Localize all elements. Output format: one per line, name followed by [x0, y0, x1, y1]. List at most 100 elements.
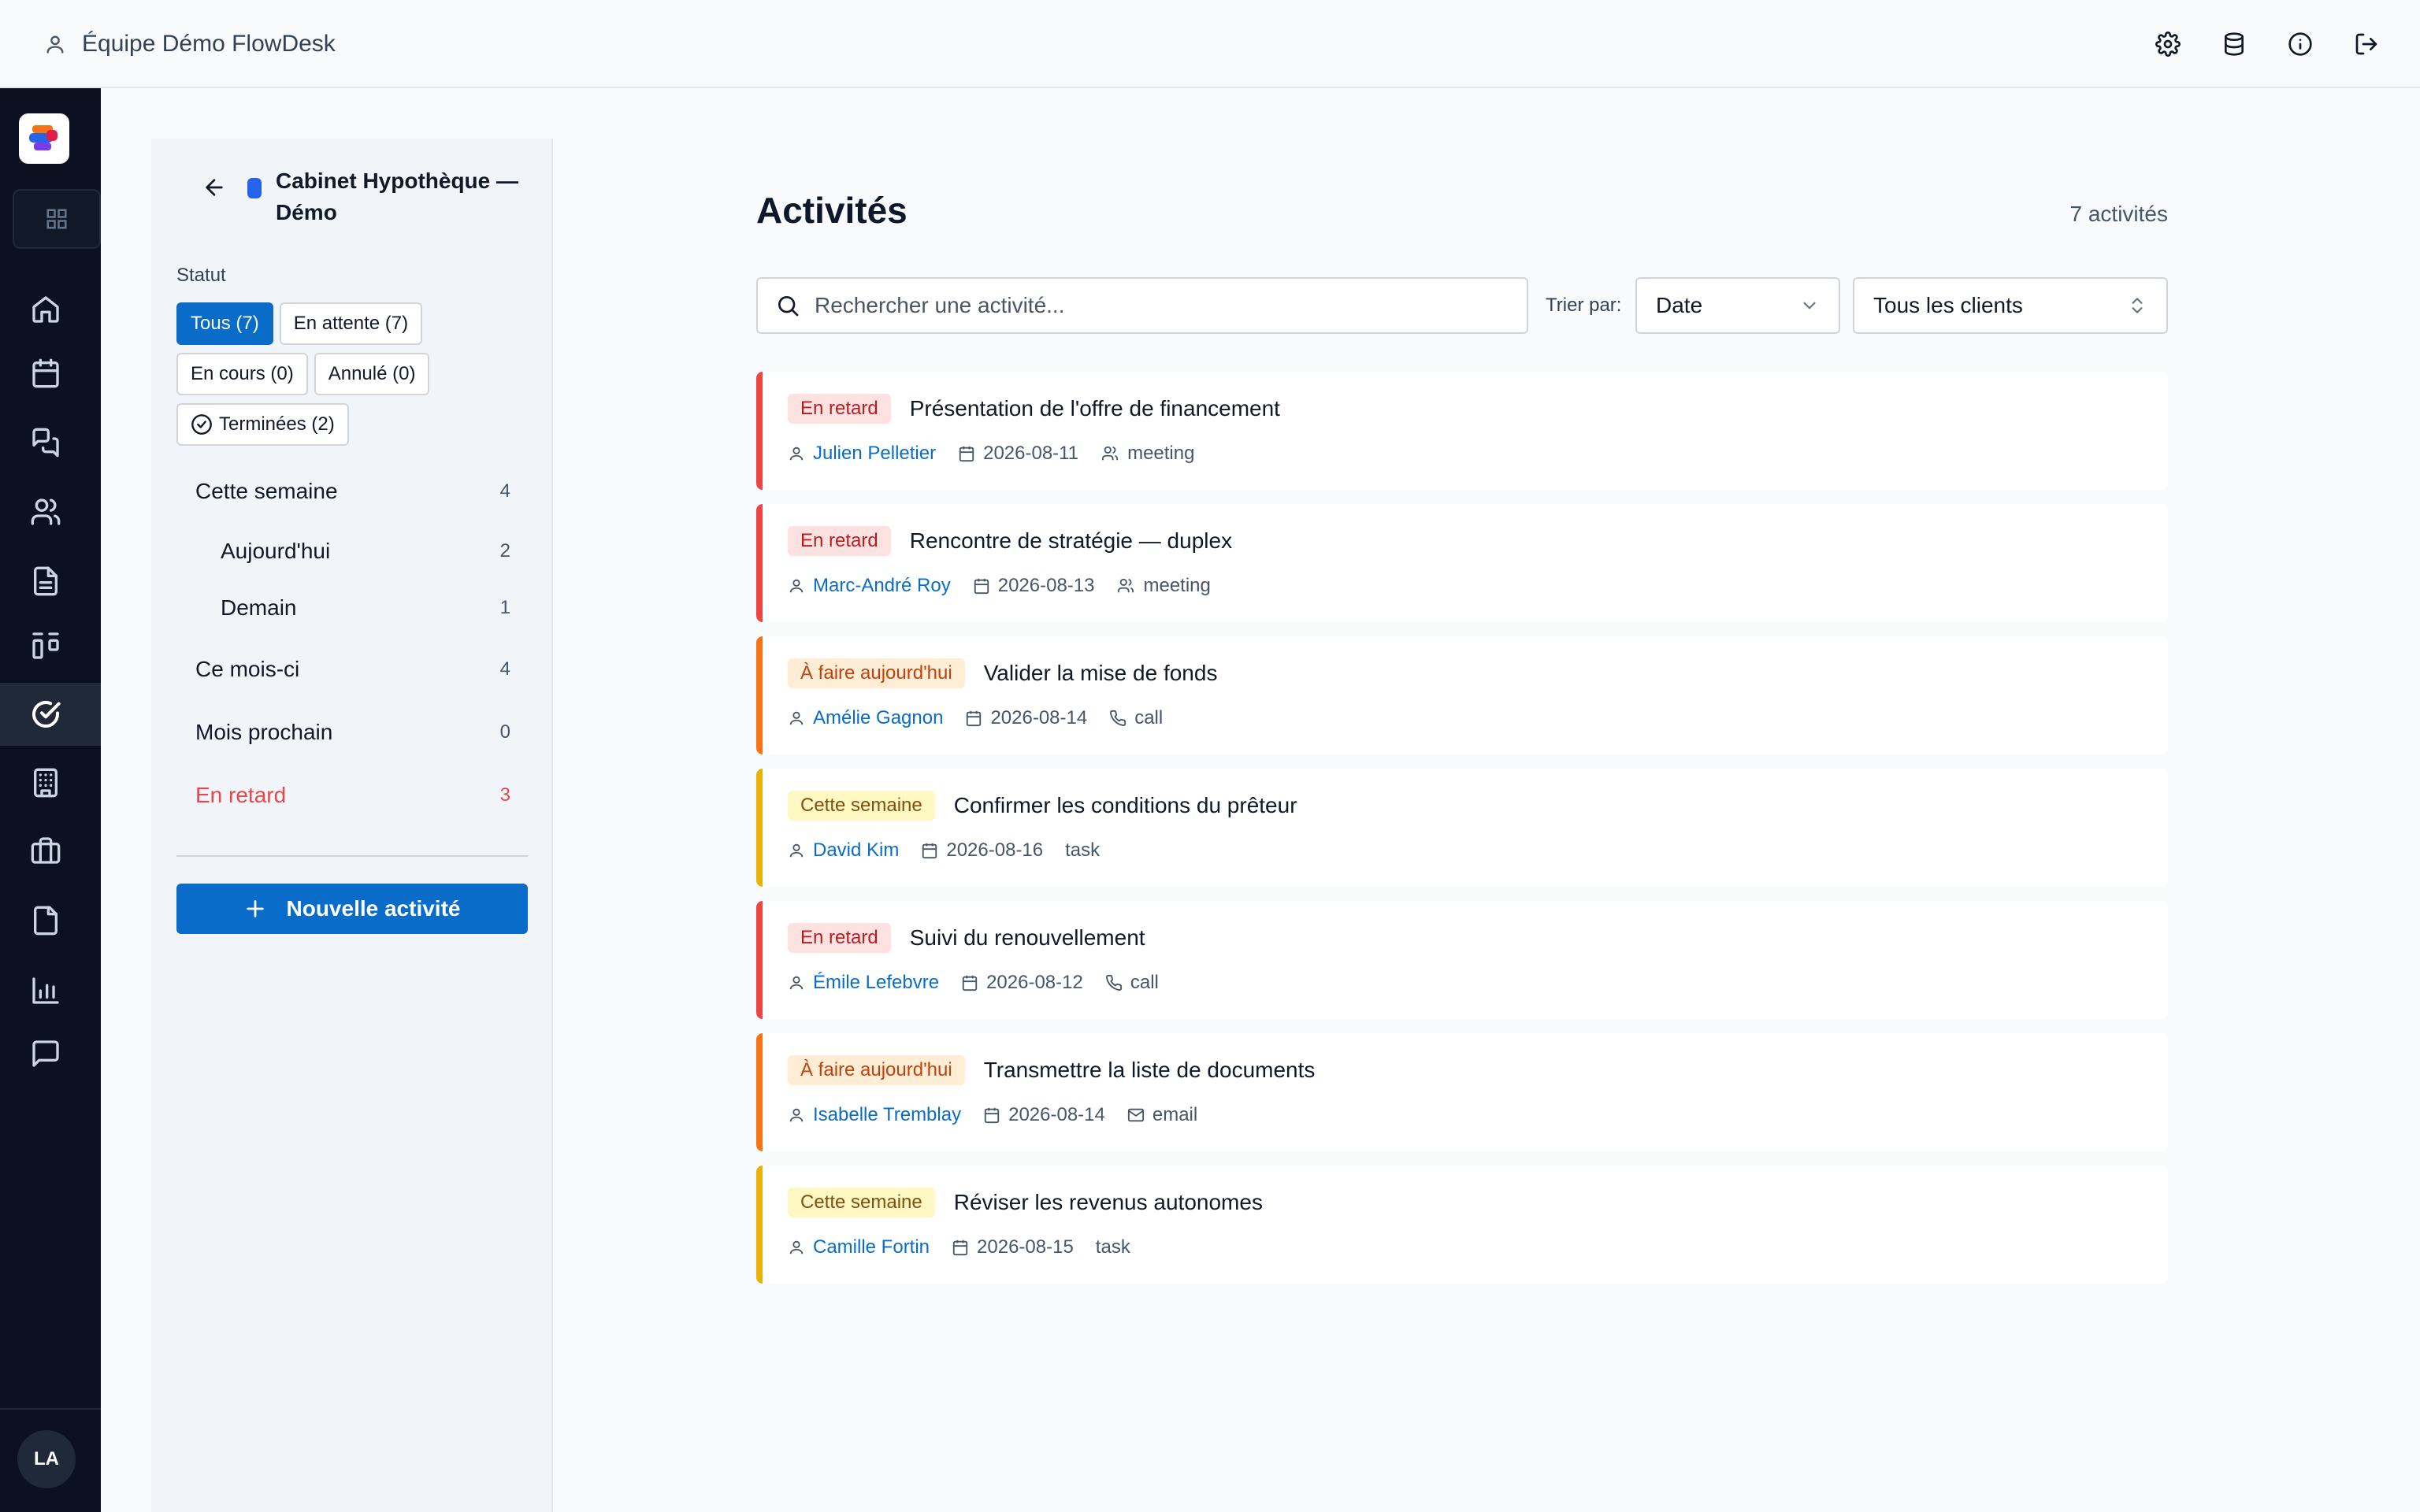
building-icon[interactable] [0, 751, 101, 814]
activity-card[interactable]: En retard Rencontre de stratégie — duple… [756, 504, 2168, 622]
users-icon [1116, 577, 1135, 595]
status-badge: Cette semaine [788, 791, 935, 821]
group-this-month[interactable]: Ce mois-ci 4 [176, 650, 529, 688]
status-badge: Cette semaine [788, 1188, 935, 1217]
avatar[interactable]: LA [17, 1430, 76, 1488]
status-badge: En retard [788, 923, 891, 953]
activities-check-icon[interactable] [0, 683, 101, 746]
activity-title: Rencontre de stratégie — duplex [909, 528, 1233, 553]
person-icon [788, 842, 805, 859]
activity-card[interactable]: Cette semaine Réviser les revenus autono… [756, 1166, 2168, 1284]
database-icon[interactable] [2218, 24, 2250, 65]
activity-card[interactable]: En retard Présentation de l'offre de fin… [756, 372, 2168, 490]
settings-gear-icon[interactable] [2152, 24, 2184, 65]
calendar-icon [965, 710, 982, 727]
activity-title: Valider la mise de fonds [983, 661, 1218, 685]
group-next-month[interactable]: Mois prochain 0 [176, 713, 529, 751]
person-icon [788, 1106, 805, 1124]
home-icon[interactable] [0, 278, 101, 341]
activity-date: 2026-08-13 [997, 575, 1095, 596]
calendar-icon [983, 1106, 1000, 1124]
person-icon [788, 1239, 805, 1256]
status-badge: En retard [788, 394, 891, 424]
search-box [756, 277, 1528, 334]
person-icon [788, 974, 805, 991]
calendar-icon [952, 1239, 969, 1256]
chevron-up-down-icon [2127, 295, 2147, 316]
status-chip-in-progress[interactable]: En cours (0) [176, 353, 308, 395]
file-icon[interactable] [0, 889, 101, 952]
calendar-icon[interactable] [0, 342, 101, 405]
activity-card[interactable]: À faire aujourd'hui Transmettre la liste… [756, 1033, 2168, 1151]
activity-title: Confirmer les conditions du prêteur [953, 793, 1297, 817]
client-link[interactable]: Julien Pelletier [813, 443, 936, 465]
group-today[interactable]: Aujourd'hui 2 [176, 532, 529, 570]
apps-grid-icon[interactable] [13, 189, 101, 249]
message-icon[interactable] [0, 1022, 101, 1085]
person-icon [788, 445, 805, 462]
top-bar: Équipe Démo FlowDesk [0, 0, 2420, 88]
users-icon [1101, 445, 1119, 462]
status-chip-pending[interactable]: En attente (7) [279, 302, 423, 345]
status-chip-completed[interactable]: Terminées (2) [176, 403, 349, 446]
rail-divider [0, 1408, 101, 1410]
status-badge: À faire aujourd'hui [788, 658, 965, 688]
chevron-down-icon [1799, 295, 1820, 316]
client-filter-select[interactable]: Tous les clients [1853, 277, 2168, 334]
team-switcher[interactable]: Équipe Démo FlowDesk [44, 28, 336, 60]
plus-icon [244, 898, 266, 920]
calendar-icon [958, 445, 975, 462]
pipeline-icon[interactable] [0, 614, 101, 677]
reports-chart-icon[interactable] [0, 959, 101, 1022]
status-label: Statut [176, 265, 226, 286]
status-chip-cancelled[interactable]: Annulé (0) [314, 353, 430, 395]
client-link[interactable]: Camille Fortin [813, 1236, 930, 1258]
group-tomorrow[interactable]: Demain 1 [176, 589, 529, 627]
activities-filter-panel: Cabinet Hypothèque — Démo Statut Tous (7… [151, 139, 553, 1512]
activity-title: Transmettre la liste de documents [983, 1058, 1316, 1082]
activity-card[interactable]: En retard Suivi du renouvellement Émile … [756, 901, 2168, 1019]
person-icon [788, 577, 805, 595]
status-filter-chips: Tous (7) En attente (7) En cours (0) Ann… [176, 302, 531, 446]
app-rail: LA [0, 88, 101, 1512]
activity-card[interactable]: À faire aujourd'hui Valider la mise de f… [756, 636, 2168, 754]
panel-divider [176, 855, 528, 857]
client-link[interactable]: Isabelle Tremblay [813, 1104, 961, 1126]
activity-card[interactable]: Cette semaine Confirmer les conditions d… [756, 769, 2168, 887]
activity-title: Présentation de l'offre de financement [909, 396, 1280, 421]
conversations-icon[interactable] [0, 411, 101, 474]
activity-date: 2026-08-14 [1008, 1104, 1105, 1125]
client-link[interactable]: Marc-André Roy [813, 575, 951, 597]
group-this-week[interactable]: Cette semaine 4 [176, 472, 529, 510]
page-title: Activités [756, 190, 908, 231]
team-name: Équipe Démo FlowDesk [82, 31, 336, 57]
activity-list: En retard Présentation de l'offre de fin… [756, 372, 2168, 1298]
search-input[interactable] [815, 293, 1524, 318]
sort-label: Trier par: [1546, 295, 1622, 316]
client-link[interactable]: Amélie Gagnon [813, 707, 943, 729]
workspace-title: Cabinet Hypothèque — Démo [276, 169, 519, 224]
briefcase-icon[interactable] [0, 819, 101, 882]
person-icon [788, 710, 805, 727]
workspace-color-dot [247, 178, 262, 198]
contacts-icon[interactable] [0, 480, 101, 543]
activity-date: 2026-08-12 [986, 972, 1083, 993]
group-overdue[interactable]: En retard 3 [176, 776, 529, 814]
sort-select[interactable]: Date [1635, 277, 1840, 334]
activity-type: task [1065, 839, 1101, 861]
app-logo[interactable] [19, 113, 69, 164]
activity-date: 2026-08-16 [946, 839, 1044, 861]
activity-date: 2026-08-11 [983, 443, 1079, 464]
check-circle-icon [191, 413, 213, 435]
new-activity-button[interactable]: Nouvelle activité [176, 884, 528, 934]
activity-type: call [1134, 707, 1164, 728]
back-arrow-icon[interactable] [195, 169, 233, 206]
client-link[interactable]: Émile Lefebvre [813, 972, 939, 994]
activity-type: call [1130, 972, 1159, 993]
client-link[interactable]: David Kim [813, 839, 899, 862]
document-icon[interactable] [0, 550, 101, 613]
logout-icon[interactable] [2351, 24, 2382, 65]
date-groups: Cette semaine 4 Aujourd'hui 2 Demain 1 C… [176, 472, 529, 814]
status-chip-all[interactable]: Tous (7) [176, 302, 273, 345]
info-icon[interactable] [2285, 24, 2316, 65]
